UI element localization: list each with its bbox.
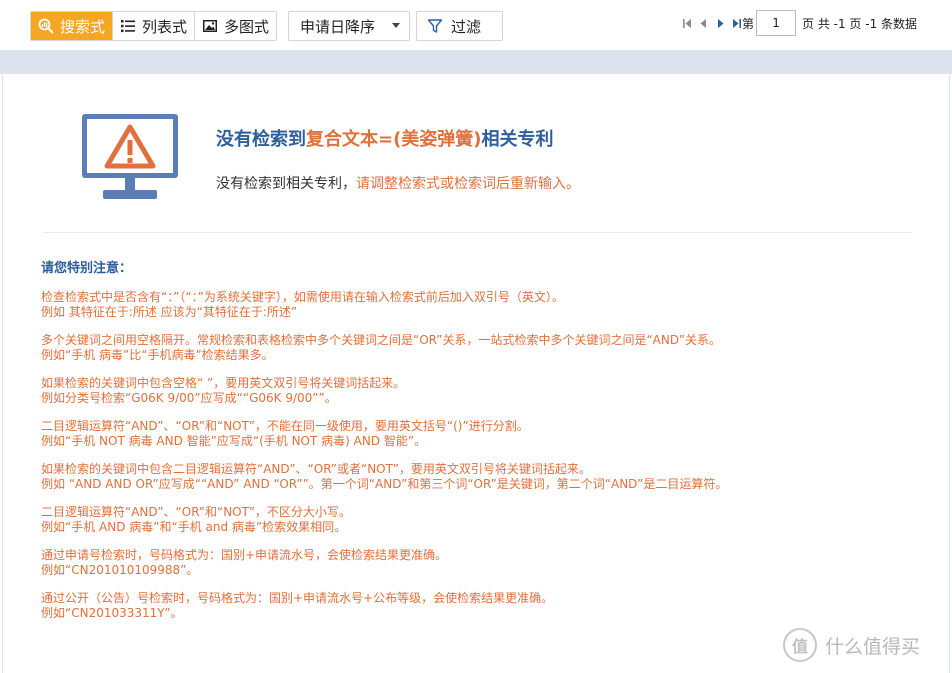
- view-mode-group: 搜索式 列表式 多图式: [30, 11, 278, 41]
- note-rule: 通过申请号检索时，号码格式为：国别+申请流水号，会使检索结果更准确。: [41, 548, 448, 562]
- header-band: [0, 50, 952, 74]
- notes-title: 请您特别注意：: [41, 261, 133, 276]
- view-list-label: 列表式: [142, 17, 188, 36]
- note-item: 二目逻辑运算符“AND”、“OR”和“NOT”，不能在同一级使用，要用英文括号“…: [41, 419, 921, 449]
- divider: [43, 232, 911, 233]
- view-search-button[interactable]: 搜索式: [31, 12, 114, 40]
- note-example: 例如“CN201033311Y”。: [41, 606, 183, 620]
- view-multi-image-label: 多图式: [224, 17, 270, 36]
- note-example: 例如“手机 AND 病毒”和“手机 and 病毒”检索效果相同。: [41, 520, 347, 534]
- page-prefix: 第: [742, 16, 755, 31]
- note-rule: 多个关键词之间用空格隔开。常规检索和表格检索中多个关键词之间是“OR”关系，一站…: [41, 333, 721, 347]
- note-example: 例如“手机 病毒”比“手机病毒”检索结果多。: [41, 348, 274, 362]
- page-summary: 页 共 -1 页 -1 条数据: [802, 16, 918, 31]
- note-example: 例如“手机 NOT 病毒 AND 智能”应写成“(手机 NOT 病毒) AND …: [41, 434, 427, 448]
- note-item: 如果检索的关键词中包含二目逻辑运算符“AND”、“OR”或者“NOT”，要用英文…: [41, 462, 921, 492]
- filter-label: 过滤: [451, 17, 482, 36]
- watermark-logo-icon: 值: [783, 628, 817, 662]
- watermark-text: 什么值得买: [825, 635, 921, 658]
- notes-section: 请您特别注意： 检查检索式中是否含有“：”（“：”为系统关键字），如需使用请在输…: [41, 257, 921, 634]
- view-multi-image-button[interactable]: 多图式: [195, 12, 277, 40]
- note-rule: 检查检索式中是否含有“：”（“：”为系统关键字），如需使用请在输入检索式前后加入…: [41, 290, 564, 304]
- note-rule: 如果检索的关键词中包含二目逻辑运算符“AND”、“OR”或者“NOT”，要用英文…: [41, 462, 591, 476]
- view-search-label: 搜索式: [60, 17, 106, 36]
- previous-page-icon[interactable]: [697, 17, 709, 29]
- note-item: 如果检索的关键词中包含空格“ ”，要用英文双引号将关键词括起来。 例如分类号检索…: [41, 376, 921, 406]
- subtitle-hint: 请调整检索式或检索词后重新输入。: [356, 176, 580, 192]
- sort-select[interactable]: 申请日降序: [288, 11, 410, 41]
- first-page-icon[interactable]: [681, 17, 693, 29]
- filter-button[interactable]: 过滤: [416, 11, 503, 41]
- no-result-title: 没有检索到复合文本=(美姿弹簧)相关专利: [216, 125, 554, 151]
- subtitle-prefix: 没有检索到相关专利，: [216, 176, 356, 192]
- search-view-icon: [37, 17, 55, 35]
- title-suffix: 相关专利: [481, 129, 554, 150]
- note-item: 通过申请号检索时，号码格式为：国别+申请流水号，会使检索结果更准确。 例如“CN…: [41, 548, 921, 578]
- last-page-icon[interactable]: [730, 17, 742, 29]
- note-example: 例如“CN201010109988”。: [41, 563, 199, 577]
- title-prefix: 没有检索到: [216, 129, 306, 150]
- chevron-down-icon: [392, 23, 400, 28]
- title-query: 复合文本=(美姿弹簧): [306, 129, 482, 150]
- sort-select-value: 申请日降序: [300, 17, 376, 36]
- results-panel: 没有检索到复合文本=(美姿弹簧)相关专利 没有检索到相关专利，请调整检索式或检索…: [2, 74, 950, 673]
- note-item: 多个关键词之间用空格隔开。常规检索和表格检索中多个关键词之间是“OR”关系，一站…: [41, 333, 921, 363]
- no-result-subtitle: 没有检索到相关专利，请调整检索式或检索词后重新输入。: [216, 173, 580, 193]
- view-list-button[interactable]: 列表式: [113, 12, 196, 40]
- note-example: 例如 “AND AND OR”应写成““AND” AND “OR””。第一个词“…: [41, 477, 728, 491]
- page-number-input[interactable]: [756, 10, 797, 36]
- note-example: 例如 其特征在于:所述 应该为“其特征在于:所述”: [41, 305, 298, 319]
- image-view-icon: [201, 17, 219, 35]
- note-rule: 通过公开（公告）号检索时，号码格式为：国别+申请流水号+公布等级，会使检索结果更…: [41, 591, 554, 605]
- note-rule: 二目逻辑运算符“AND”、“OR”和“NOT”，不区分大小写。: [41, 505, 351, 519]
- toolbar: 搜索式 列表式 多图式 申请日降序 过滤 第 1 页 共 -1 页 -1 条数据: [0, 0, 952, 50]
- note-rule: 如果检索的关键词中包含空格“ ”，要用英文双引号将关键词括起来。: [41, 376, 406, 390]
- funnel-icon: [427, 18, 443, 34]
- watermark: 值 什么值得买: [783, 628, 920, 662]
- next-page-icon[interactable]: [714, 17, 726, 29]
- note-example: 例如分类号检索“G06K 9/00”应写成““G06K 9/00””。: [41, 391, 337, 405]
- note-item: 检查检索式中是否含有“：”（“：”为系统关键字），如需使用请在输入检索式前后加入…: [41, 290, 921, 320]
- warning-monitor-icon: [81, 112, 181, 202]
- note-item: 通过公开（公告）号检索时，号码格式为：国别+申请流水号+公布等级，会使检索结果更…: [41, 591, 921, 621]
- note-rule: 二目逻辑运算符“AND”、“OR”和“NOT”，不能在同一级使用，要用英文括号“…: [41, 419, 529, 433]
- pagination: 第 页 共 -1 页 -1 条数据: [681, 10, 917, 36]
- note-item: 二目逻辑运算符“AND”、“OR”和“NOT”，不区分大小写。 例如“手机 AN…: [41, 505, 921, 535]
- list-view-icon: [119, 17, 137, 35]
